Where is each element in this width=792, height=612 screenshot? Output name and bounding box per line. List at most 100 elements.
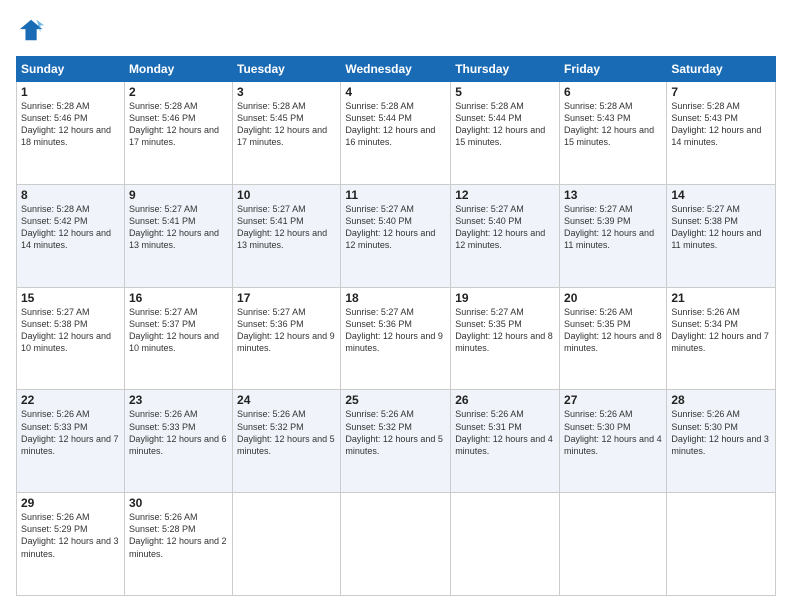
- day-info: Sunrise: 5:28 AMSunset: 5:42 PMDaylight:…: [21, 203, 120, 252]
- day-number: 26: [455, 393, 555, 407]
- calendar-week-4: 22 Sunrise: 5:26 AMSunset: 5:33 PMDaylig…: [17, 390, 776, 493]
- calendar-week-2: 8 Sunrise: 5:28 AMSunset: 5:42 PMDayligh…: [17, 184, 776, 287]
- day-info: Sunrise: 5:28 AMSunset: 5:44 PMDaylight:…: [345, 100, 446, 149]
- calendar-cell: 28 Sunrise: 5:26 AMSunset: 5:30 PMDaylig…: [667, 390, 776, 493]
- calendar-cell: 30 Sunrise: 5:26 AMSunset: 5:28 PMDaylig…: [124, 493, 232, 596]
- day-info: Sunrise: 5:26 AMSunset: 5:32 PMDaylight:…: [345, 408, 446, 457]
- day-number: 11: [345, 188, 446, 202]
- calendar-cell: 4 Sunrise: 5:28 AMSunset: 5:44 PMDayligh…: [341, 82, 451, 185]
- calendar-cell: 19 Sunrise: 5:27 AMSunset: 5:35 PMDaylig…: [451, 287, 560, 390]
- day-info: Sunrise: 5:28 AMSunset: 5:44 PMDaylight:…: [455, 100, 555, 149]
- calendar-week-1: 1 Sunrise: 5:28 AMSunset: 5:46 PMDayligh…: [17, 82, 776, 185]
- calendar-cell: 1 Sunrise: 5:28 AMSunset: 5:46 PMDayligh…: [17, 82, 125, 185]
- calendar-cell: 7 Sunrise: 5:28 AMSunset: 5:43 PMDayligh…: [667, 82, 776, 185]
- calendar-cell: [451, 493, 560, 596]
- page: SundayMondayTuesdayWednesdayThursdayFrid…: [0, 0, 792, 612]
- day-number: 25: [345, 393, 446, 407]
- calendar-cell: 11 Sunrise: 5:27 AMSunset: 5:40 PMDaylig…: [341, 184, 451, 287]
- calendar-cell: 17 Sunrise: 5:27 AMSunset: 5:36 PMDaylig…: [233, 287, 341, 390]
- day-number: 16: [129, 291, 228, 305]
- day-info: Sunrise: 5:28 AMSunset: 5:46 PMDaylight:…: [129, 100, 228, 149]
- day-number: 20: [564, 291, 662, 305]
- day-number: 5: [455, 85, 555, 99]
- day-info: Sunrise: 5:26 AMSunset: 5:29 PMDaylight:…: [21, 511, 120, 560]
- day-number: 27: [564, 393, 662, 407]
- calendar-cell: 2 Sunrise: 5:28 AMSunset: 5:46 PMDayligh…: [124, 82, 232, 185]
- day-info: Sunrise: 5:27 AMSunset: 5:37 PMDaylight:…: [129, 306, 228, 355]
- day-number: 21: [671, 291, 771, 305]
- calendar-cell: 5 Sunrise: 5:28 AMSunset: 5:44 PMDayligh…: [451, 82, 560, 185]
- day-number: 7: [671, 85, 771, 99]
- day-number: 8: [21, 188, 120, 202]
- day-info: Sunrise: 5:27 AMSunset: 5:41 PMDaylight:…: [129, 203, 228, 252]
- day-number: 4: [345, 85, 446, 99]
- day-number: 1: [21, 85, 120, 99]
- column-header-wednesday: Wednesday: [341, 57, 451, 82]
- column-header-saturday: Saturday: [667, 57, 776, 82]
- calendar-header-row: SundayMondayTuesdayWednesdayThursdayFrid…: [17, 57, 776, 82]
- day-number: 2: [129, 85, 228, 99]
- calendar-cell: 29 Sunrise: 5:26 AMSunset: 5:29 PMDaylig…: [17, 493, 125, 596]
- day-number: 28: [671, 393, 771, 407]
- column-header-thursday: Thursday: [451, 57, 560, 82]
- day-number: 14: [671, 188, 771, 202]
- calendar-cell: [667, 493, 776, 596]
- calendar-cell: 8 Sunrise: 5:28 AMSunset: 5:42 PMDayligh…: [17, 184, 125, 287]
- day-info: Sunrise: 5:27 AMSunset: 5:38 PMDaylight:…: [671, 203, 771, 252]
- day-info: Sunrise: 5:27 AMSunset: 5:38 PMDaylight:…: [21, 306, 120, 355]
- day-info: Sunrise: 5:27 AMSunset: 5:36 PMDaylight:…: [345, 306, 446, 355]
- day-info: Sunrise: 5:26 AMSunset: 5:30 PMDaylight:…: [564, 408, 662, 457]
- column-header-friday: Friday: [560, 57, 667, 82]
- day-number: 29: [21, 496, 120, 510]
- calendar-cell: 24 Sunrise: 5:26 AMSunset: 5:32 PMDaylig…: [233, 390, 341, 493]
- calendar-week-5: 29 Sunrise: 5:26 AMSunset: 5:29 PMDaylig…: [17, 493, 776, 596]
- calendar-cell: 23 Sunrise: 5:26 AMSunset: 5:33 PMDaylig…: [124, 390, 232, 493]
- day-number: 9: [129, 188, 228, 202]
- column-header-tuesday: Tuesday: [233, 57, 341, 82]
- day-number: 30: [129, 496, 228, 510]
- day-info: Sunrise: 5:27 AMSunset: 5:36 PMDaylight:…: [237, 306, 336, 355]
- day-number: 22: [21, 393, 120, 407]
- day-number: 10: [237, 188, 336, 202]
- day-number: 3: [237, 85, 336, 99]
- day-number: 19: [455, 291, 555, 305]
- calendar-cell: 18 Sunrise: 5:27 AMSunset: 5:36 PMDaylig…: [341, 287, 451, 390]
- day-number: 18: [345, 291, 446, 305]
- calendar-cell: 3 Sunrise: 5:28 AMSunset: 5:45 PMDayligh…: [233, 82, 341, 185]
- calendar-cell: 22 Sunrise: 5:26 AMSunset: 5:33 PMDaylig…: [17, 390, 125, 493]
- day-info: Sunrise: 5:28 AMSunset: 5:45 PMDaylight:…: [237, 100, 336, 149]
- calendar-cell: 25 Sunrise: 5:26 AMSunset: 5:32 PMDaylig…: [341, 390, 451, 493]
- day-info: Sunrise: 5:26 AMSunset: 5:31 PMDaylight:…: [455, 408, 555, 457]
- day-number: 23: [129, 393, 228, 407]
- day-info: Sunrise: 5:27 AMSunset: 5:39 PMDaylight:…: [564, 203, 662, 252]
- calendar-cell: 6 Sunrise: 5:28 AMSunset: 5:43 PMDayligh…: [560, 82, 667, 185]
- column-header-sunday: Sunday: [17, 57, 125, 82]
- day-info: Sunrise: 5:26 AMSunset: 5:33 PMDaylight:…: [21, 408, 120, 457]
- calendar-cell: 26 Sunrise: 5:26 AMSunset: 5:31 PMDaylig…: [451, 390, 560, 493]
- day-number: 6: [564, 85, 662, 99]
- calendar-cell: [233, 493, 341, 596]
- calendar-table: SundayMondayTuesdayWednesdayThursdayFrid…: [16, 56, 776, 596]
- day-info: Sunrise: 5:26 AMSunset: 5:32 PMDaylight:…: [237, 408, 336, 457]
- day-info: Sunrise: 5:27 AMSunset: 5:41 PMDaylight:…: [237, 203, 336, 252]
- calendar-cell: 13 Sunrise: 5:27 AMSunset: 5:39 PMDaylig…: [560, 184, 667, 287]
- calendar-cell: 9 Sunrise: 5:27 AMSunset: 5:41 PMDayligh…: [124, 184, 232, 287]
- calendar-cell: 14 Sunrise: 5:27 AMSunset: 5:38 PMDaylig…: [667, 184, 776, 287]
- logo: [16, 16, 46, 44]
- day-info: Sunrise: 5:28 AMSunset: 5:46 PMDaylight:…: [21, 100, 120, 149]
- calendar-cell: 21 Sunrise: 5:26 AMSunset: 5:34 PMDaylig…: [667, 287, 776, 390]
- calendar-cell: 27 Sunrise: 5:26 AMSunset: 5:30 PMDaylig…: [560, 390, 667, 493]
- day-number: 15: [21, 291, 120, 305]
- day-info: Sunrise: 5:28 AMSunset: 5:43 PMDaylight:…: [564, 100, 662, 149]
- calendar-cell: 15 Sunrise: 5:27 AMSunset: 5:38 PMDaylig…: [17, 287, 125, 390]
- day-info: Sunrise: 5:27 AMSunset: 5:35 PMDaylight:…: [455, 306, 555, 355]
- calendar-cell: [341, 493, 451, 596]
- calendar-cell: 12 Sunrise: 5:27 AMSunset: 5:40 PMDaylig…: [451, 184, 560, 287]
- day-number: 17: [237, 291, 336, 305]
- day-info: Sunrise: 5:27 AMSunset: 5:40 PMDaylight:…: [345, 203, 446, 252]
- day-number: 13: [564, 188, 662, 202]
- day-info: Sunrise: 5:26 AMSunset: 5:35 PMDaylight:…: [564, 306, 662, 355]
- day-info: Sunrise: 5:26 AMSunset: 5:28 PMDaylight:…: [129, 511, 228, 560]
- calendar-cell: [560, 493, 667, 596]
- calendar-cell: 10 Sunrise: 5:27 AMSunset: 5:41 PMDaylig…: [233, 184, 341, 287]
